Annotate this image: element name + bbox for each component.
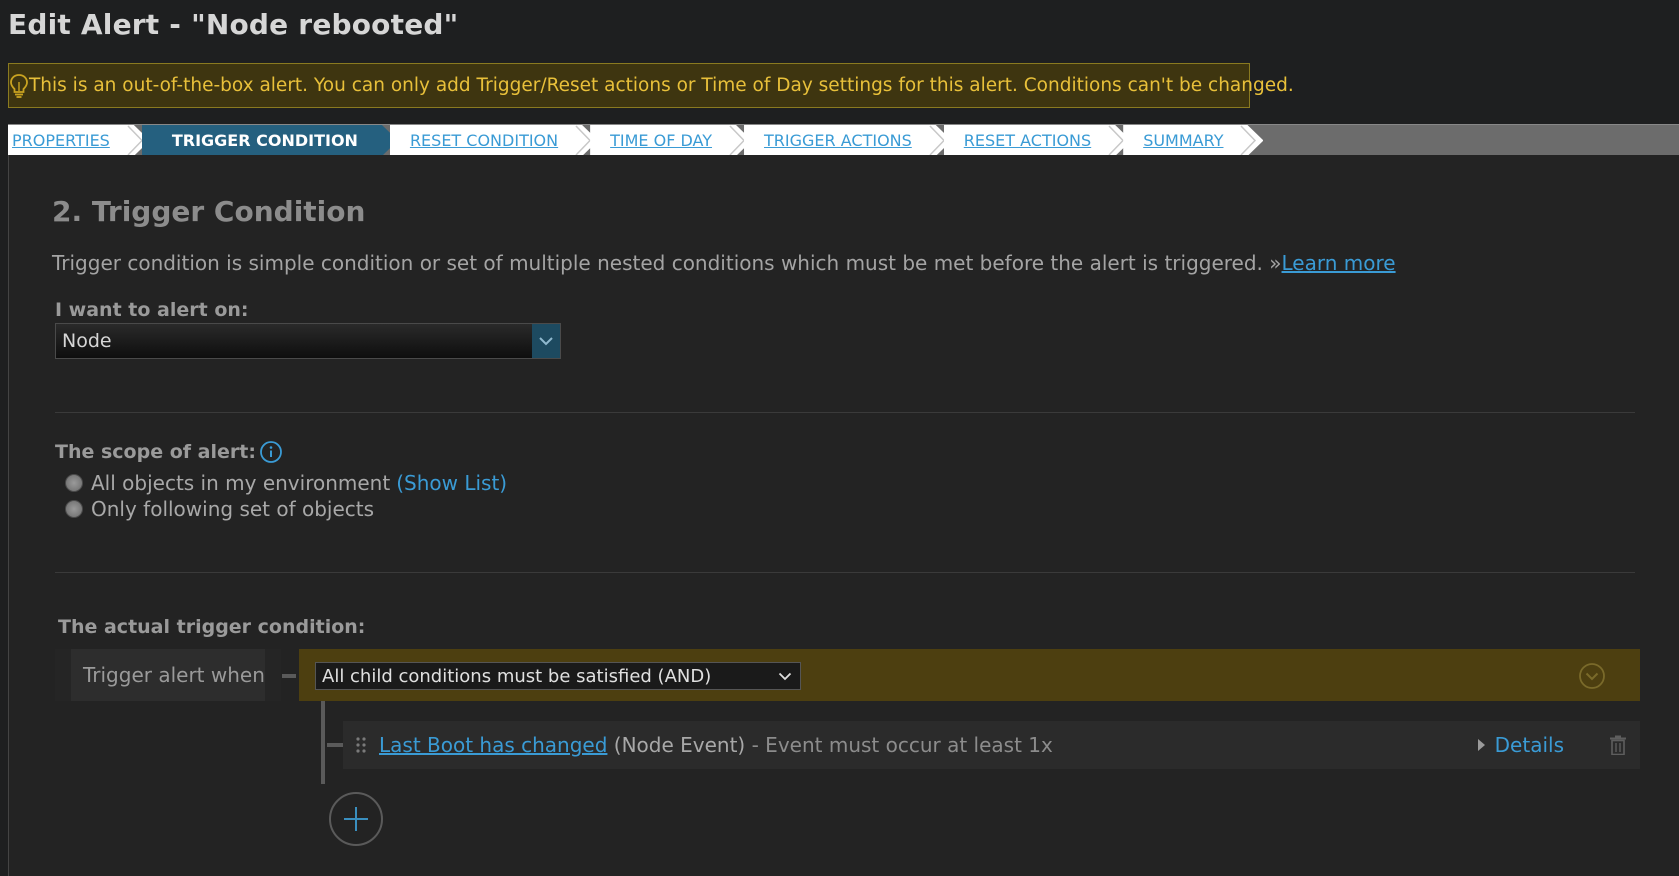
- wizard-step-summary[interactable]: SUMMARY: [1123, 125, 1263, 156]
- info-notice: This is an out-of-the-box alert. You can…: [8, 63, 1294, 108]
- scope-label: The scope of alert:: [55, 441, 256, 463]
- scope-option-label: Only following set of objects: [91, 497, 375, 521]
- trigger-when-block: Trigger alert when: [55, 649, 281, 701]
- page-title: Edit Alert - "Node rebooted": [8, 8, 459, 41]
- wizard-step-label[interactable]: TRIGGER ACTIONS: [764, 131, 912, 150]
- section-description: Trigger condition is simple condition or…: [52, 251, 1396, 275]
- chevron-right-icon: [1239, 125, 1257, 156]
- wizard-step-label[interactable]: SUMMARY: [1143, 131, 1223, 150]
- notice-text: This is an out-of-the-box alert. You can…: [29, 75, 1294, 96]
- wizard-step-reset-condition[interactable]: RESET CONDITION: [390, 125, 598, 156]
- chevron-right-icon: [728, 125, 746, 156]
- add-condition-button[interactable]: [329, 792, 383, 846]
- actual-trigger-label: The actual trigger condition:: [58, 616, 366, 638]
- trash-icon[interactable]: [1600, 735, 1636, 755]
- chevron-down-icon[interactable]: [532, 324, 560, 358]
- logic-select[interactable]: All child conditions must be satisfied (…: [315, 662, 801, 690]
- show-list-link[interactable]: (Show List): [396, 471, 507, 495]
- lightbulb-icon: [9, 64, 29, 107]
- condition-group-bar: All child conditions must be satisfied (…: [299, 649, 1640, 701]
- logic-select-value: All child conditions must be satisfied (…: [322, 665, 712, 687]
- tree-connector: [282, 674, 296, 678]
- wizard-step-label[interactable]: PROPERTIES: [12, 131, 110, 150]
- wizard-step-label[interactable]: RESET CONDITION: [410, 131, 558, 150]
- description-text: Trigger condition is simple condition or…: [52, 251, 1282, 275]
- wizard-step-time-of-day[interactable]: TIME OF DAY: [590, 125, 752, 156]
- details-label: Details: [1494, 733, 1564, 757]
- scope-option-label: All objects in my environment: [91, 471, 391, 495]
- radio-button[interactable]: [65, 474, 83, 492]
- wizard-step-label[interactable]: RESET ACTIONS: [964, 131, 1091, 150]
- tree-connector: [327, 743, 343, 747]
- condition-link[interactable]: Last Boot has changed: [379, 733, 607, 757]
- alert-on-value: Node: [62, 330, 112, 352]
- wizard-step-label: TRIGGER CONDITION: [171, 131, 358, 150]
- drag-handle-icon[interactable]: [343, 736, 379, 754]
- info-icon[interactable]: [259, 440, 283, 464]
- divider: [55, 412, 1635, 413]
- alert-on-select[interactable]: Node: [55, 323, 561, 359]
- chevron-right-icon: [574, 125, 592, 156]
- wizard-step-properties[interactable]: PROPERTIES: [8, 125, 150, 156]
- learn-more-link[interactable]: Learn more: [1282, 251, 1396, 275]
- trigger-condition-panel: 2. Trigger Condition Trigger condition i…: [8, 155, 1679, 876]
- chevron-right-icon: [1107, 125, 1125, 156]
- section-title: 2. Trigger Condition: [52, 195, 366, 228]
- wizard-step-trigger-condition[interactable]: TRIGGER CONDITION: [142, 125, 398, 156]
- condition-text: Last Boot has changed (Node Event) - Eve…: [379, 733, 1475, 757]
- scope-option-selected[interactable]: Only following set of objects: [55, 497, 374, 521]
- condition-type: (Node Event): [613, 733, 746, 757]
- chevron-down-icon: [778, 672, 792, 680]
- chevron-right-icon: [126, 125, 144, 156]
- chevron-right-icon: [928, 125, 946, 156]
- divider: [55, 572, 1635, 573]
- condition-row: Last Boot has changed (Node Event) - Eve…: [343, 721, 1640, 769]
- collapse-toggle-icon[interactable]: [1578, 662, 1606, 690]
- trigger-when-label: Trigger alert when: [83, 663, 265, 687]
- wizard-step-label[interactable]: TIME OF DAY: [610, 131, 712, 150]
- tree-line: [321, 701, 325, 784]
- plus-icon: [344, 807, 368, 831]
- radio-button[interactable]: [65, 500, 83, 518]
- condition-rule: - Event must occur at least 1x: [751, 733, 1053, 757]
- details-toggle[interactable]: Details: [1475, 733, 1564, 757]
- wizard-steps: PROPERTIES TRIGGER CONDITION RESET CONDI…: [8, 124, 1679, 155]
- alert-on-label: I want to alert on:: [55, 299, 249, 321]
- expand-arrow-icon: [1477, 739, 1485, 751]
- wizard-step-reset-actions[interactable]: RESET ACTIONS: [944, 125, 1131, 156]
- wizard-step-trigger-actions[interactable]: TRIGGER ACTIONS: [744, 125, 952, 156]
- scope-option-all[interactable]: All objects in my environment (Show List…: [55, 471, 507, 495]
